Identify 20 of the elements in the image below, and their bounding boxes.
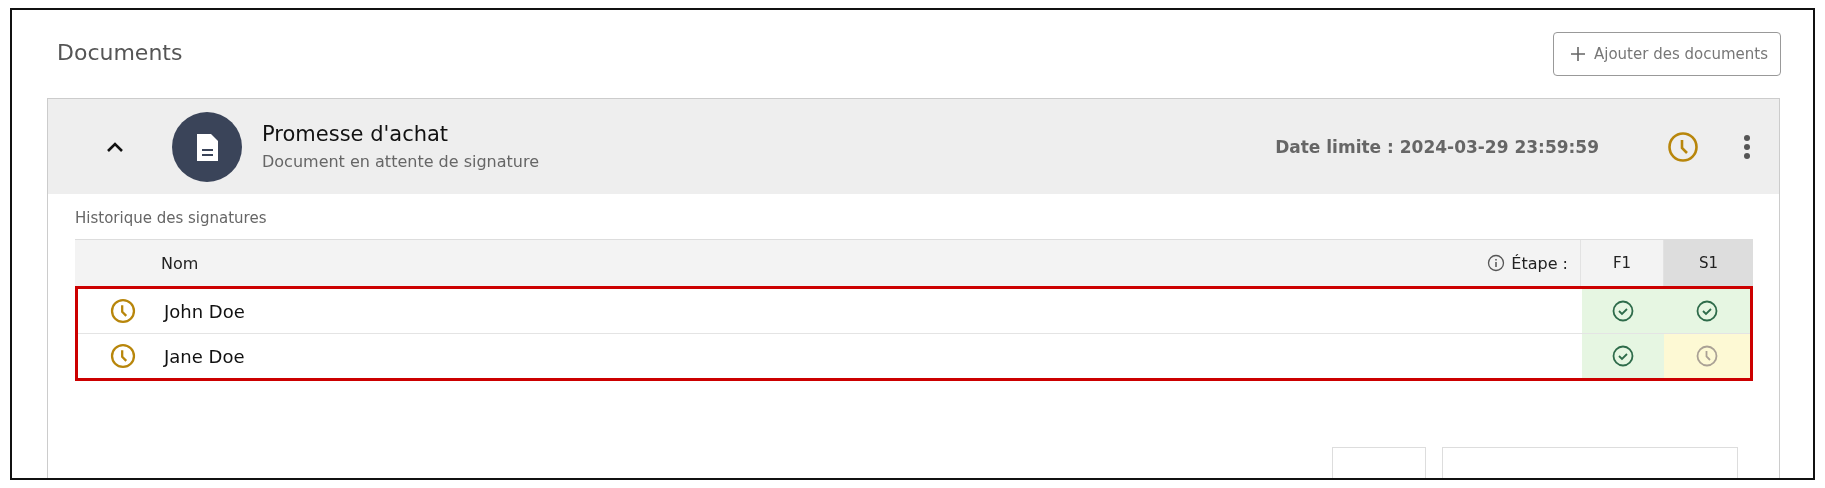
document-icon xyxy=(172,111,242,182)
plus-icon xyxy=(1570,46,1586,62)
chevron-icon[interactable] xyxy=(106,140,124,153)
deadline-text: Date limite : 2024-03-29 23:59:59 xyxy=(1275,136,1599,157)
document-status: Document en attente de signature xyxy=(262,152,541,171)
check-icon xyxy=(1612,345,1634,367)
history-title: Historique des signatures xyxy=(75,209,267,227)
step-label: Étape : xyxy=(1511,253,1568,273)
clock-icon xyxy=(1696,345,1718,367)
add-documents-button[interactable]: Ajouter des documents xyxy=(1553,32,1781,76)
section-title: Documents xyxy=(56,39,183,65)
check-icon xyxy=(1696,300,1718,322)
signer-name: Jane Doe xyxy=(164,345,246,367)
more-options-icon[interactable] xyxy=(1743,133,1751,160)
document-title: Promesse d'achat xyxy=(262,122,450,146)
column-header: Nom xyxy=(161,253,200,273)
info-icon xyxy=(1487,254,1506,272)
check-icon xyxy=(1612,300,1634,322)
step-column-header[interactable]: S1 xyxy=(1663,240,1753,286)
signer-name: John Doe xyxy=(164,300,246,322)
